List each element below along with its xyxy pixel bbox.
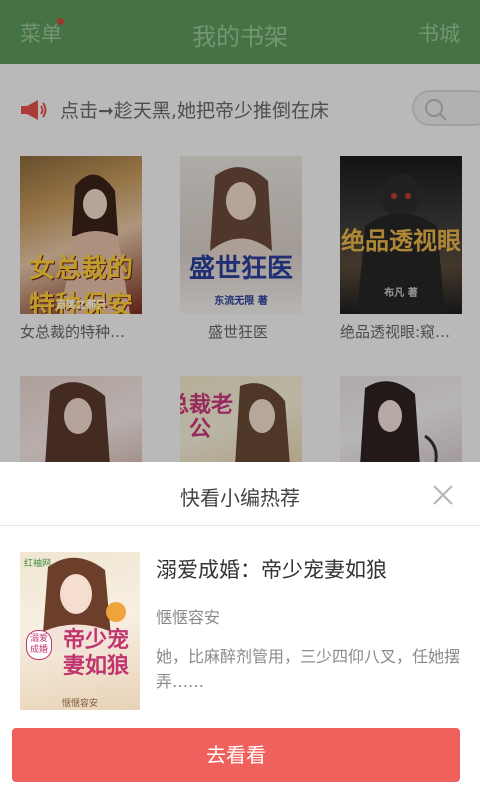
recommendation-sheet: 快看小编热荐 红袖网 溺爱成婚 帝少宠妻如狼 惬惬容安 溺爱成婚：帝少宠妻如狼 … <box>0 462 480 800</box>
recommended-book-description: 她，比麻醉剂管用，三少四仰八叉，任她摆弄…… <box>156 647 461 691</box>
sheet-header: 快看小编热荐 <box>0 462 480 526</box>
cover-badge: 溺爱成婚 <box>26 630 52 660</box>
cover-site: 红袖网 <box>24 559 52 569</box>
recommended-book-title[interactable]: 溺爱成婚：帝少宠妻如狼 <box>156 554 387 584</box>
dim-overlay[interactable] <box>0 0 480 462</box>
sheet-title: 快看小编热荐 <box>180 486 300 510</box>
cover-author: 惬惬容安 <box>61 699 98 709</box>
close-icon[interactable] <box>430 482 456 508</box>
recommended-book-author: 惬惬容安 <box>156 608 221 627</box>
go-read-button[interactable]: 去看看 <box>12 728 460 782</box>
cover-title: 帝少宠妻如狼 <box>62 628 129 679</box>
recommended-book-cover[interactable]: 红袖网 溺爱成婚 帝少宠妻如狼 惬惬容安 <box>20 552 140 710</box>
